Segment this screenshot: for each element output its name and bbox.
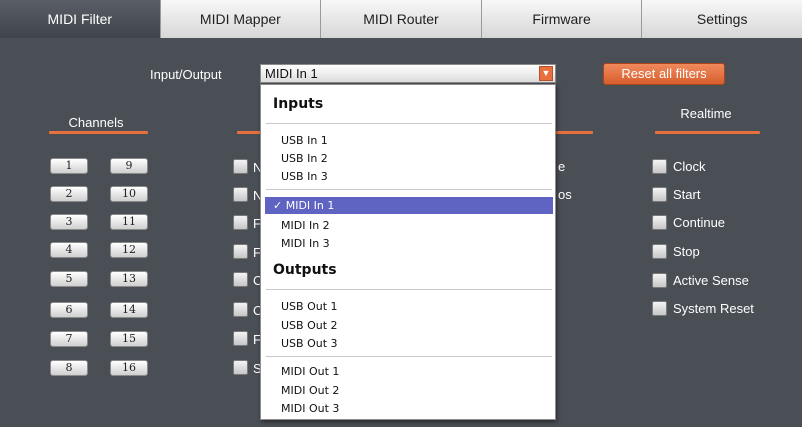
message-filter-label-right: os	[558, 187, 572, 202]
channel-4-button[interactable]: 4	[50, 242, 88, 258]
message-filter-checkbox[interactable]	[233, 187, 248, 202]
clock-label: Clock	[673, 159, 706, 174]
menu-item-usb-out-2[interactable]: USB Out 2	[281, 318, 338, 333]
dropdown-arrow-icon[interactable]: ▼	[539, 66, 553, 81]
menu-item-midi-in-2[interactable]: MIDI In 2	[281, 218, 330, 233]
channel-8-button[interactable]: 8	[50, 360, 88, 376]
realtime-title: Realtime	[680, 106, 732, 121]
menu-separator	[266, 123, 552, 124]
messages-underline-left	[237, 131, 262, 134]
channel-3-button[interactable]: 3	[50, 214, 88, 230]
menu-item-midi-out-1[interactable]: MIDI Out 1	[281, 364, 339, 379]
channels-underline	[49, 131, 148, 134]
active-sense-label: Active Sense	[673, 273, 749, 288]
channel-7-button[interactable]: 7	[50, 331, 88, 347]
message-filter-checkbox[interactable]	[233, 302, 248, 317]
channel-10-button[interactable]: 10	[110, 186, 148, 202]
messages-underline-right	[556, 131, 593, 134]
menu-item-usb-in-1[interactable]: USB In 1	[281, 133, 328, 148]
tab-settings[interactable]: Settings	[642, 0, 802, 38]
channel-1-button[interactable]: 1	[50, 158, 88, 174]
channel-6-button[interactable]: 6	[50, 302, 88, 318]
menu-item-midi-out-3[interactable]: MIDI Out 3	[281, 401, 339, 416]
continue-checkbox[interactable]	[652, 215, 667, 230]
menu-separator	[266, 189, 552, 190]
system-reset-label: System Reset	[673, 301, 754, 316]
outputs-heading: Outputs	[273, 262, 337, 278]
message-filter-label-right: e	[558, 159, 566, 174]
clock-checkbox[interactable]	[652, 159, 667, 174]
menu-item-usb-out-3[interactable]: USB Out 3	[281, 336, 338, 351]
message-filter-checkbox[interactable]	[233, 244, 248, 259]
message-filter-checkbox[interactable]	[233, 360, 248, 375]
tab-midi-mapper[interactable]: MIDI Mapper	[160, 0, 322, 38]
start-label: Start	[673, 187, 701, 202]
channel-12-button[interactable]: 12	[110, 242, 148, 258]
realtime-underline	[655, 131, 760, 134]
reset-all-filters-button[interactable]: Reset all filters	[603, 63, 725, 85]
channel-15-button[interactable]: 15	[110, 331, 148, 347]
tab-midi-filter[interactable]: MIDI Filter	[0, 0, 161, 38]
menu-item-midi-in-3[interactable]: MIDI In 3	[281, 236, 330, 251]
menu-item-usb-out-1[interactable]: USB Out 1	[281, 299, 338, 314]
menu-separator	[266, 356, 552, 357]
message-filter-checkbox[interactable]	[233, 215, 248, 230]
menu-item-midi-out-2[interactable]: MIDI Out 2	[281, 383, 339, 398]
input-output-value: MIDI In 1	[265, 66, 318, 81]
tab-firmware[interactable]: Firmware	[481, 0, 643, 38]
channel-2-button[interactable]: 2	[50, 186, 88, 202]
channel-11-button[interactable]: 11	[110, 214, 148, 230]
input-output-label: Input/Output	[150, 67, 222, 82]
message-filter-checkbox[interactable]	[233, 159, 248, 174]
continue-label: Continue	[673, 215, 726, 230]
start-checkbox[interactable]	[652, 187, 667, 202]
message-filter-checkbox[interactable]	[233, 272, 248, 287]
channel-5-button[interactable]: 5	[50, 271, 88, 287]
input-output-dropdown-menu: Inputs USB In 1 USB In 2 USB In 3 ✓ MIDI…	[260, 84, 556, 420]
channel-13-button[interactable]: 13	[110, 271, 148, 287]
tab-bar: MIDI Filter MIDI Mapper MIDI Router Firm…	[0, 0, 802, 38]
stop-label: Stop	[673, 244, 700, 259]
menu-separator	[266, 289, 552, 290]
stop-checkbox[interactable]	[652, 244, 667, 259]
system-reset-checkbox[interactable]	[652, 301, 667, 316]
inputs-heading: Inputs	[273, 96, 324, 112]
message-filter-checkbox[interactable]	[233, 331, 248, 346]
channels-title: Channels	[68, 115, 124, 130]
channel-16-button[interactable]: 16	[110, 360, 148, 376]
channel-14-button[interactable]: 14	[110, 302, 148, 318]
menu-item-usb-in-2[interactable]: USB In 2	[281, 151, 328, 166]
tab-midi-router[interactable]: MIDI Router	[321, 0, 482, 38]
active-sense-checkbox[interactable]	[652, 273, 667, 288]
input-output-select[interactable]: MIDI In 1 ▼	[260, 64, 556, 83]
channel-9-button[interactable]: 9	[110, 158, 148, 174]
menu-item-midi-in-1[interactable]: ✓ MIDI In 1	[265, 197, 553, 214]
menu-item-usb-in-3[interactable]: USB In 3	[281, 169, 328, 184]
